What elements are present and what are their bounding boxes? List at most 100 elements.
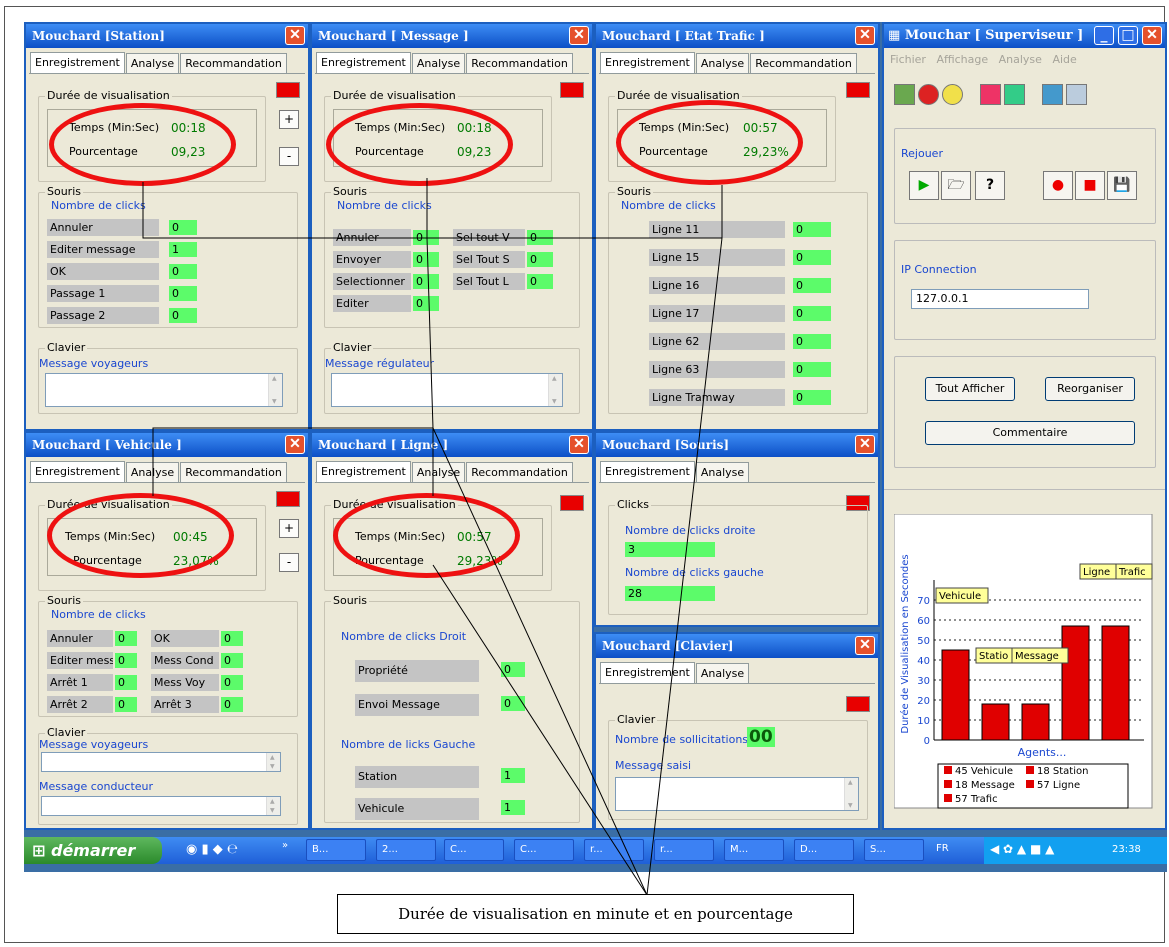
scrollbar[interactable]: [266, 797, 280, 815]
minus-button[interactable]: -: [279, 553, 299, 572]
taskbar-button[interactable]: C...: [514, 839, 574, 861]
title-bar[interactable]: Mouchard [Clavier] ✕: [596, 634, 878, 658]
clock: 23:38: [1112, 844, 1141, 855]
taskbar-button[interactable]: r...: [654, 839, 714, 861]
taskbar-button[interactable]: 2...: [376, 839, 436, 861]
grid-icon[interactable]: [1004, 84, 1025, 105]
recording-indicator[interactable]: [276, 82, 300, 98]
maximize-button[interactable]: □: [1118, 26, 1138, 45]
tab-analyse[interactable]: Analyse: [125, 462, 180, 483]
message-voyageurs-input[interactable]: [41, 752, 281, 772]
message-textarea[interactable]: [45, 373, 283, 407]
tab-enregistrement[interactable]: Enregistrement: [600, 662, 695, 683]
tab-enregistrement[interactable]: Enregistrement: [600, 52, 695, 73]
taskbar-button[interactable]: M...: [724, 839, 784, 861]
connect-icon[interactable]: [894, 84, 915, 105]
recording-indicator[interactable]: [560, 495, 584, 511]
recording-indicator[interactable]: [846, 696, 870, 712]
taskbar-button[interactable]: S...: [864, 839, 924, 861]
tab-enregistrement[interactable]: Enregistrement: [316, 52, 411, 73]
start-button[interactable]: ⊞ démarrer: [24, 837, 162, 864]
message-conducteur-input[interactable]: [41, 796, 281, 816]
ip-input[interactable]: 127.0.0.1: [911, 289, 1089, 309]
stop-icon[interactable]: [918, 84, 939, 105]
title-bar[interactable]: Mouchard [ Message ] ✕: [312, 24, 592, 48]
souris-group: Souris Nombre de clicks Droit Propriété 0…: [324, 594, 580, 823]
tab-enregistrement[interactable]: Enregistrement: [316, 461, 411, 482]
minus-button[interactable]: -: [279, 147, 299, 166]
language-indicator[interactable]: FR: [936, 843, 949, 854]
message-conducteur-label: Message conducteur: [39, 780, 154, 793]
plus-button[interactable]: +: [279, 110, 299, 129]
tab-analyse[interactable]: Analyse: [695, 462, 750, 483]
taskbar-button[interactable]: B...: [306, 839, 366, 861]
group-title: Durée de visualisation: [331, 89, 458, 102]
menu-aide[interactable]: Aide: [1052, 53, 1076, 66]
close-button[interactable]: ✕: [285, 435, 305, 454]
minimize-button[interactable]: _: [1094, 26, 1114, 45]
list-icon[interactable]: [1066, 84, 1087, 105]
save-button[interactable]: 💾: [1107, 171, 1137, 200]
play-button[interactable]: ▶: [909, 171, 939, 200]
tab-enregistrement[interactable]: Enregistrement: [30, 52, 125, 73]
tab-analyse[interactable]: Analyse: [411, 462, 466, 483]
tab-analyse[interactable]: Analyse: [695, 53, 750, 74]
tout-afficher-button[interactable]: Tout Afficher: [925, 377, 1015, 401]
taskbar-button[interactable]: D...: [794, 839, 854, 861]
menu-analyse[interactable]: Analyse: [999, 53, 1042, 66]
window-icon[interactable]: [1042, 84, 1063, 105]
smiley-icon[interactable]: [942, 84, 963, 105]
tab-recommandation[interactable]: Recommandation: [750, 53, 857, 74]
scrollbar[interactable]: [268, 374, 282, 406]
title-bar[interactable]: ▦ Mouchar [ Superviseur ] _ □ ✕: [884, 24, 1165, 48]
title-bar[interactable]: Mouchard [ Ligne ] ✕: [312, 433, 592, 457]
tab-recommandation[interactable]: Recommandation: [466, 53, 573, 74]
scrollbar[interactable]: [548, 374, 562, 406]
menu-fichier[interactable]: Fichier: [890, 53, 926, 66]
quick-launch-icons[interactable]: ◉ ▮ ◆ ℮: [186, 842, 238, 857]
record-button[interactable]: ●: [1043, 171, 1073, 200]
tab-enregistrement[interactable]: Enregistrement: [30, 461, 125, 482]
plus-button[interactable]: +: [279, 519, 299, 538]
title-bar[interactable]: Mouchard [ Vehicule ] ✕: [26, 433, 308, 457]
recording-indicator[interactable]: [560, 82, 584, 98]
taskbar-button[interactable]: r...: [584, 839, 644, 861]
close-button[interactable]: ✕: [855, 26, 875, 45]
scrollbar[interactable]: [844, 778, 858, 810]
tab-analyse[interactable]: Analyse: [125, 53, 180, 74]
message-textarea[interactable]: [331, 373, 563, 407]
chevron-icon[interactable]: »: [282, 840, 288, 851]
close-button[interactable]: ✕: [855, 636, 875, 655]
tab-analyse[interactable]: Analyse: [411, 53, 466, 74]
taskbar-button[interactable]: C...: [444, 839, 504, 861]
title-bar[interactable]: Mouchard [Souris] ✕: [596, 433, 878, 457]
user-icon[interactable]: [980, 84, 1001, 105]
help-button[interactable]: ?: [975, 171, 1005, 200]
menu-affichage[interactable]: Affichage: [936, 53, 988, 66]
tray-icons[interactable]: ◀ ✿ ▲ ■ ▲: [990, 842, 1054, 856]
title-bar[interactable]: Mouchard [Station] ✕: [26, 24, 308, 48]
tab-analyse[interactable]: Analyse: [695, 663, 750, 684]
tab-recommandation[interactable]: Recommandation: [180, 462, 287, 483]
recording-indicator[interactable]: [846, 82, 870, 98]
stop-button[interactable]: ■: [1075, 171, 1105, 200]
click-row-label: Sel Tout L: [453, 273, 525, 290]
close-button[interactable]: ✕: [855, 435, 875, 454]
recording-indicator[interactable]: [276, 491, 300, 507]
close-button[interactable]: ✕: [569, 26, 589, 45]
tab-recommandation[interactable]: Recommandation: [180, 53, 287, 74]
open-folder-button[interactable]: 🗁: [941, 171, 971, 200]
close-button[interactable]: ✕: [1142, 26, 1162, 45]
message-saisi-textarea[interactable]: [615, 777, 859, 811]
scrollbar[interactable]: [266, 753, 280, 771]
close-button[interactable]: ✕: [285, 26, 305, 45]
tab-recommandation[interactable]: Recommandation: [466, 462, 573, 483]
reorganiser-button[interactable]: Reorganiser: [1045, 377, 1135, 401]
close-button[interactable]: ✕: [569, 435, 589, 454]
system-tray: ◀ ✿ ▲ ■ ▲ 23:38: [984, 837, 1167, 864]
commentaire-button[interactable]: Commentaire: [925, 421, 1135, 445]
group-title: Durée de visualisation: [45, 89, 172, 102]
window-title: Mouchard [ Ligne ]: [318, 438, 449, 452]
tab-enregistrement[interactable]: Enregistrement: [600, 461, 695, 482]
title-bar[interactable]: Mouchard [ Etat Trafic ] ✕: [596, 24, 878, 48]
